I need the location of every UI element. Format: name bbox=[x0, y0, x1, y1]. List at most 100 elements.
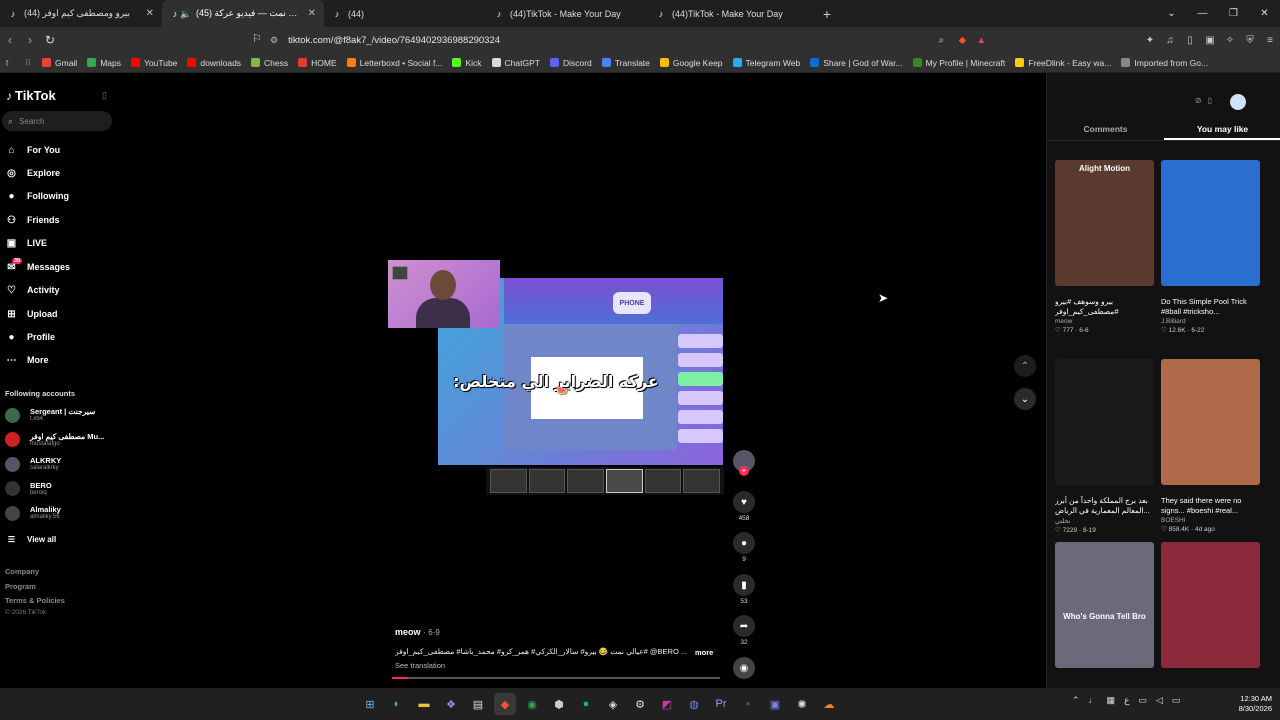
zoom-icon[interactable]: ⌕ bbox=[939, 35, 944, 46]
nav-item-explore[interactable]: ◎ Explore bbox=[5, 165, 60, 181]
following-account[interactable]: مصطفى كيم اوفر Mu... mustafafgo bbox=[5, 430, 104, 450]
close-icon[interactable]: ✕ bbox=[146, 8, 154, 19]
nav-item-profile[interactable]: ● Profile bbox=[5, 329, 55, 345]
video-thumbnail[interactable] bbox=[1161, 542, 1260, 668]
recommended-video-card[interactable]: Do This Simple Pool Trick #8ball #tricks… bbox=[1161, 160, 1260, 334]
bookmark-item[interactable]: downloads bbox=[187, 58, 241, 68]
keyboard-icon[interactable]: ▦ bbox=[1107, 695, 1116, 706]
nav-item-following[interactable]: ● Following bbox=[5, 188, 69, 204]
card-title[interactable]: Do This Simple Pool Trick #8ball #tricks… bbox=[1161, 297, 1260, 317]
bookmark-item[interactable]: Telegram Web bbox=[732, 58, 800, 68]
share-icon[interactable]: ➦ bbox=[733, 615, 755, 637]
edge-icon[interactable]: ◐ bbox=[386, 693, 408, 715]
video-thumbnail[interactable] bbox=[1161, 359, 1260, 485]
nav-item-friends[interactable]: ⚇ Friends bbox=[5, 212, 60, 228]
following-account[interactable]: Sergeant | سيرجنت t.xb4 bbox=[5, 405, 95, 425]
previous-video-button[interactable]: ⌃ bbox=[1014, 355, 1036, 377]
speaker-icon[interactable]: 🔈 bbox=[180, 9, 191, 19]
store-icon[interactable]: ▤ bbox=[467, 693, 489, 715]
teams-icon[interactable]: ▣ bbox=[764, 693, 786, 715]
nav-item-more[interactable]: ⋯ More bbox=[5, 352, 49, 368]
follow-plus-icon[interactable]: + bbox=[739, 466, 749, 476]
apps-icon[interactable]: ⁝⁝ bbox=[14, 57, 42, 68]
nav-item-live[interactable]: ▣ LIVE bbox=[5, 235, 47, 251]
browser-tab[interactable]: ♪ (44) bbox=[324, 0, 486, 27]
see-translation-link[interactable]: See translation bbox=[395, 661, 445, 670]
recommended-video-card[interactable]: Alight Motion بيرو وسوهف #بيرو #مصطفى_كيم… bbox=[1055, 160, 1154, 334]
tab-list-icon[interactable]: ⌄ bbox=[1156, 0, 1187, 27]
bookmark-item[interactable]: Maps bbox=[87, 58, 121, 68]
premiere-icon[interactable]: Pr bbox=[710, 693, 732, 715]
author-name[interactable]: meow bbox=[395, 627, 421, 637]
video-author[interactable]: meow · 6-9 bbox=[395, 627, 725, 637]
music-disc-icon[interactable]: ◉ bbox=[733, 657, 755, 679]
forward-icon[interactable]: › bbox=[20, 33, 40, 47]
compass-small-icon[interactable]: ⊘ bbox=[1195, 96, 1202, 105]
bookmark-item[interactable]: FreeDlink - Easy wa... bbox=[1015, 58, 1111, 68]
more-button[interactable]: more bbox=[695, 648, 713, 657]
spotify-icon[interactable]: ● bbox=[575, 693, 597, 715]
sidebar-icon[interactable]: ▯ bbox=[1180, 30, 1200, 50]
bookmark-item[interactable]: My Profile | Minecraft bbox=[912, 58, 1005, 68]
nav-item-upload[interactable]: ⊞ Upload bbox=[5, 306, 57, 322]
footer-program[interactable]: Program bbox=[5, 582, 36, 591]
video-thumbnail[interactable] bbox=[1055, 359, 1154, 485]
bookmark-item[interactable]: Imported from Go... bbox=[1121, 58, 1208, 68]
bookmark-save-icon[interactable]: ▮ bbox=[733, 574, 755, 596]
recommended-video-card[interactable] bbox=[1161, 542, 1260, 668]
bookmark-item[interactable]: Discord bbox=[549, 58, 592, 68]
bookmark-item[interactable]: Share | God of War... bbox=[810, 58, 903, 68]
recommended-video-card[interactable]: They said there were no signs... #boeshi… bbox=[1161, 359, 1260, 533]
maximize-button[interactable]: ❐ bbox=[1218, 0, 1249, 27]
vpn-app-icon[interactable]: ◈ bbox=[602, 693, 624, 715]
search-input[interactable]: ⌕ Search bbox=[2, 111, 112, 131]
video-player[interactable]: PHONE عركه الضراير الي متخلص: 🍉 bbox=[388, 260, 724, 506]
media-icon[interactable]: ♫ bbox=[1160, 30, 1180, 50]
chatgpt-icon[interactable]: ✺ bbox=[791, 693, 813, 715]
author-avatar[interactable]: + bbox=[731, 450, 757, 476]
share-button[interactable]: ➦ 32 bbox=[731, 615, 757, 646]
bookmark-item[interactable]: HOME bbox=[298, 58, 337, 68]
tiktok-logo[interactable]: ♪ TikTok bbox=[6, 88, 56, 103]
close-window-button[interactable]: ✕ bbox=[1249, 0, 1280, 27]
extensions-icon[interactable]: ✦ bbox=[1140, 30, 1160, 50]
new-tab-button[interactable]: + bbox=[816, 3, 838, 25]
card-title[interactable]: بيرو وسوهف #بيرو #مصطفى_كيم_اوفر #تكسلوم… bbox=[1055, 297, 1154, 317]
footer-company[interactable]: Company bbox=[5, 567, 39, 576]
brave-shield-icon[interactable]: ◆ bbox=[959, 35, 966, 46]
clock[interactable]: 12:30 AM 8/30/2026 bbox=[1239, 694, 1272, 714]
comment-button[interactable]: ● 9 bbox=[731, 532, 757, 563]
mic-icon[interactable]: ♩ bbox=[1089, 695, 1098, 706]
following-account[interactable]: Almaliky almaliky.56 bbox=[5, 503, 61, 523]
chevron-up-icon[interactable]: ⌃ bbox=[1072, 695, 1080, 706]
minimize-button[interactable]: — bbox=[1187, 0, 1218, 27]
vpn-icon[interactable]: ⛨ bbox=[1240, 30, 1260, 50]
windows-start-icon[interactable]: ⊞ bbox=[359, 693, 381, 715]
address-bar[interactable]: ⚙ tiktok.com/@f8ak7_/video/7649402936988… bbox=[270, 30, 994, 50]
facebook-icon[interactable]: f bbox=[0, 58, 14, 68]
steam-icon[interactable]: ⚙ bbox=[629, 693, 651, 715]
brave-rewards-icon[interactable]: ▲ bbox=[977, 35, 986, 46]
card-author[interactable]: نخلتي bbox=[1055, 517, 1154, 525]
browser-tab[interactable]: ♪ (44)TikTok - Make Your Day bbox=[648, 0, 810, 27]
next-video-button[interactable]: ⌄ bbox=[1014, 388, 1036, 410]
footer-terms[interactable]: Terms & Policies bbox=[5, 596, 65, 605]
tab-comments[interactable]: Comments bbox=[1047, 121, 1164, 140]
heart-icon[interactable]: ♥ bbox=[733, 491, 755, 513]
save-button[interactable]: ▮ 53 bbox=[731, 574, 757, 605]
file-explorer-icon[interactable]: ▬ bbox=[413, 693, 435, 715]
site-info-icon[interactable]: ⚙ bbox=[270, 35, 278, 46]
video-progress-bar[interactable] bbox=[392, 677, 720, 679]
back-icon[interactable]: ‹ bbox=[0, 33, 20, 47]
view-all-link[interactable]: ☰ View all bbox=[5, 531, 56, 547]
bookmark-item[interactable]: Chess bbox=[251, 58, 288, 68]
bookmark-icon[interactable]: ⚐ bbox=[252, 32, 262, 45]
paint-icon[interactable]: ◩ bbox=[656, 693, 678, 715]
browser-tab[interactable]: ♪ بيرو ومصطفى كيم اوفر (44) ✕ bbox=[0, 0, 162, 27]
app-icon[interactable]: ⬢ bbox=[548, 693, 570, 715]
card-author[interactable]: J.Billiard bbox=[1161, 318, 1260, 325]
nav-item-activity[interactable]: ♡ Activity bbox=[5, 282, 60, 298]
nav-item-for-you[interactable]: ⌂ For You bbox=[5, 142, 60, 158]
recommended-video-card[interactable]: Who's Gonna Tell Bro bbox=[1055, 542, 1154, 668]
discord-icon[interactable]: ◍ bbox=[683, 693, 705, 715]
